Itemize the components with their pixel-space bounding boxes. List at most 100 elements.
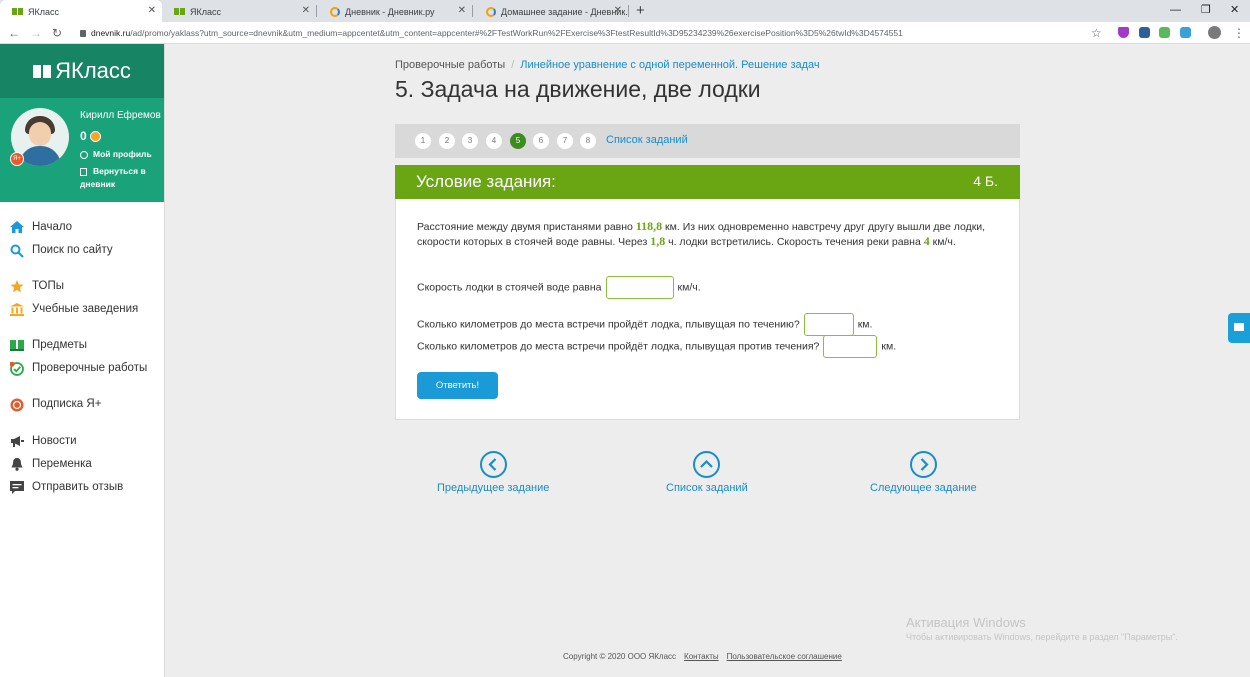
sidebar-item-label: Проверочные работы: [32, 362, 148, 374]
coins-counter: 0: [80, 129, 101, 143]
bookmark-star-icon[interactable]: ☆: [1091, 22, 1102, 44]
user-profile-panel: Я+ Кирилл Ефремов 0 Мой профиль Вернутьс…: [0, 98, 164, 202]
my-profile-label: Мой профиль: [93, 149, 152, 159]
extension-shield-icon[interactable]: [1118, 27, 1129, 38]
watermark-title: Активация Windows: [906, 615, 1026, 630]
agreement-link[interactable]: Пользовательское соглашение: [727, 652, 842, 661]
sidebar-item-feedback[interactable]: Отправить отзыв: [10, 478, 123, 496]
new-tab-button[interactable]: +: [636, 0, 645, 22]
close-tab-icon[interactable]: ✕: [458, 0, 466, 22]
chevron-right-icon: [909, 451, 937, 478]
tab-title: Домашнее задание - Дневник.р: [501, 6, 628, 17]
page-button-2[interactable]: 2: [439, 133, 455, 149]
address-bar[interactable]: dnevnik.ru/ad/promo/yaklass?utm_source=d…: [80, 25, 903, 41]
chevron-up-icon: [693, 451, 721, 478]
page-button-6[interactable]: 6: [533, 133, 549, 149]
sidebar-item-label: Подписка Я+: [32, 398, 102, 410]
sidebar-item-news[interactable]: Новости: [10, 432, 77, 450]
browser-tab-1[interactable]: ЯКласс ✕: [0, 0, 162, 22]
window-close-icon[interactable]: ✕: [1230, 0, 1239, 20]
back-arrow-icon[interactable]: ←: [8, 22, 20, 44]
next-task-link[interactable]: Следующее задание: [870, 451, 977, 494]
breadcrumb-root[interactable]: Проверочные работы: [395, 59, 505, 71]
task-list-nav-link[interactable]: Список заданий: [666, 451, 748, 494]
sidebar-item-break[interactable]: Переменка: [10, 455, 92, 473]
close-tab-icon[interactable]: ✕: [614, 0, 622, 22]
dnevnik-favicon-icon: [330, 6, 340, 17]
watermark-subtitle: Чтобы активировать Windows, перейдите в …: [906, 632, 1178, 642]
sidebar-item-label: ТОПы: [32, 280, 64, 292]
page-button-7[interactable]: 7: [557, 133, 573, 149]
sidebar-item-subscription[interactable]: Подписка Я+: [10, 395, 101, 413]
browser-menu-icon[interactable]: ⋮: [1233, 22, 1245, 44]
subscription-icon: [10, 398, 24, 412]
sidebar-item-subjects[interactable]: Предметы: [10, 336, 87, 354]
tests-icon: [9, 361, 24, 376]
extension-download-icon[interactable]: [1159, 27, 1170, 38]
page-button-5-active[interactable]: 5: [510, 133, 526, 149]
downstream-distance-input[interactable]: [803, 313, 854, 336]
next-task-label: Следующее задание: [870, 482, 977, 494]
condition-title: Условие задания:: [416, 172, 556, 191]
browser-toolbar: ← → ↻ dnevnik.ru/ad/promo/yaklass?utm_so…: [0, 22, 1250, 44]
sidebar-item-label: Начало: [32, 221, 73, 233]
extension-translate-icon[interactable]: [1139, 27, 1150, 38]
reload-icon[interactable]: ↻: [52, 22, 62, 44]
sidebar-item-tests[interactable]: Проверочные работы: [9, 359, 148, 377]
browser-tab-2[interactable]: ЯКласс ✕: [162, 0, 316, 22]
bell-icon: [10, 457, 24, 471]
browser-profile-avatar[interactable]: [1208, 26, 1221, 39]
close-tab-icon[interactable]: ✕: [302, 0, 310, 22]
question-2-unit: км.: [857, 318, 873, 331]
page-button-4[interactable]: 4: [486, 133, 502, 149]
browser-tab-4[interactable]: Домашнее задание - Дневник.р ✕: [474, 0, 628, 22]
problem-statement: Расстояние между двумя пристанями равно …: [417, 219, 987, 249]
question-2: Сколько километров до места встречи прой…: [417, 313, 872, 336]
forward-arrow-icon[interactable]: →: [30, 22, 42, 44]
previous-task-link[interactable]: Предыдущее задание: [437, 451, 549, 494]
tab-title: ЯКласс: [190, 6, 221, 17]
question-2-label: Сколько километров до места встречи прой…: [417, 318, 800, 331]
submit-answer-button[interactable]: Ответить!: [417, 372, 498, 399]
extension-tool-icon[interactable]: [1180, 27, 1191, 38]
contacts-link[interactable]: Контакты: [684, 652, 719, 661]
sidebar-item-home[interactable]: Начало: [10, 218, 72, 236]
question-3: Сколько километров до места встречи прой…: [417, 335, 896, 358]
browser-tab-bar: ЯКласс ✕ ЯКласс ✕ Дневник - Дневник.ру ✕…: [0, 0, 1250, 22]
book-logo-icon: [33, 65, 52, 78]
browser-tab-3[interactable]: Дневник - Дневник.ру ✕: [318, 0, 472, 22]
ya-plus-badge-icon: Я+: [10, 152, 24, 166]
windows-activation-watermark: Активация Windows Чтобы активировать Win…: [906, 615, 1178, 642]
feedback-mail-icon[interactable]: [1228, 313, 1250, 343]
task-list-link[interactable]: Список заданий: [606, 134, 688, 146]
back-to-diary-link[interactable]: Вернуться в дневник: [80, 165, 156, 191]
breadcrumb-current-link[interactable]: Линейное уравнение с одной переменной. Р…: [520, 59, 819, 71]
breadcrumb-separator: /: [511, 59, 515, 71]
problem-text: км/ч.: [929, 236, 956, 248]
sidebar-item-label: Отправить отзыв: [32, 481, 124, 493]
sidebar-item-tops[interactable]: ТОПы: [10, 277, 64, 295]
brand-logo[interactable]: ЯКласс: [0, 44, 164, 98]
question-1-unit: км/ч.: [677, 281, 701, 294]
copyright: Copyright © 2020 ООО ЯКласс: [563, 652, 677, 661]
sidebar-item-search[interactable]: Поиск по сайту: [10, 241, 113, 259]
minimize-icon[interactable]: —: [1170, 0, 1181, 20]
sidebar-item-label: Переменка: [32, 458, 92, 470]
exit-door-icon: [80, 167, 87, 176]
distance-value: 118,8: [635, 219, 663, 233]
page-button-3[interactable]: 3: [462, 133, 478, 149]
page-button-1[interactable]: 1: [415, 133, 431, 149]
sidebar-item-label: Поиск по сайту: [32, 244, 113, 256]
page-button-8[interactable]: 8: [580, 133, 596, 149]
tab-separator: [472, 5, 473, 17]
sidebar-item-schools[interactable]: Учебные заведения: [10, 300, 138, 318]
condition-header: Условие задания: 4 Б.: [395, 165, 1020, 199]
search-icon: [10, 244, 24, 258]
task-pager: 1 2 3 4 5 6 7 8 Список заданий: [395, 124, 1020, 158]
still-water-speed-input[interactable]: [605, 276, 674, 299]
restore-icon[interactable]: ❐: [1201, 0, 1211, 20]
upstream-distance-input[interactable]: [823, 335, 878, 358]
my-profile-link[interactable]: Мой профиль: [80, 149, 152, 159]
close-tab-icon[interactable]: ✕: [148, 0, 156, 22]
condition-body: Расстояние между двумя пристанями равно …: [395, 199, 1020, 420]
